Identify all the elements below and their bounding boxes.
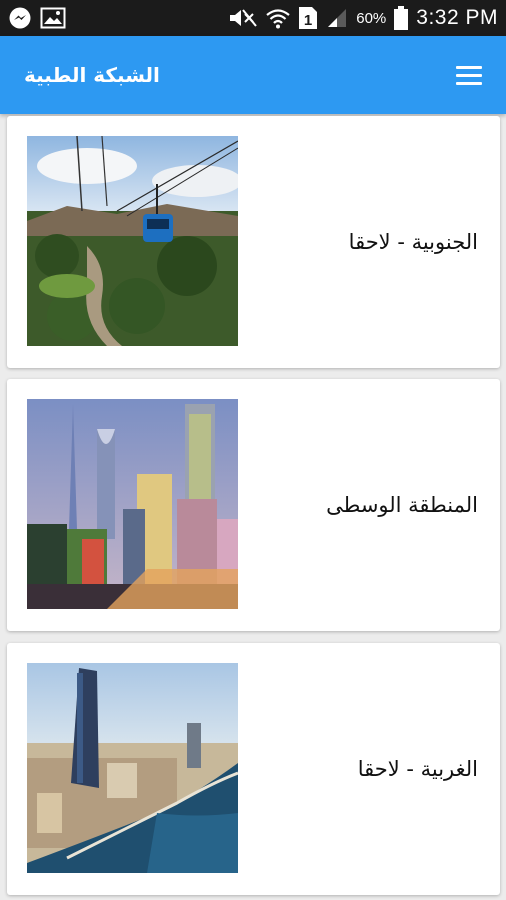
system-icons: 1 60% 3:32 PM	[228, 6, 498, 30]
status-clock: 3:32 PM	[416, 6, 498, 29]
messenger-icon	[8, 6, 32, 30]
menu-line	[456, 73, 482, 77]
app-bar: الشبكة الطبية	[0, 36, 506, 114]
region-card-western[interactable]: الغربية - لاحقا	[7, 643, 500, 895]
hamburger-menu-icon[interactable]	[456, 62, 486, 88]
app-title: الشبكة الطبية	[24, 63, 160, 87]
region-label: الجنوبية - لاحقا	[348, 230, 478, 254]
menu-line	[456, 65, 482, 69]
region-label: الغربية - لاحقا	[357, 757, 478, 781]
coastal-city-photo	[27, 663, 238, 873]
battery-icon	[394, 6, 409, 30]
status-bar: 1 60% 3:32 PM	[0, 0, 506, 36]
mute-icon	[228, 7, 258, 29]
sim-slot-icon: 1	[298, 6, 318, 30]
wifi-icon	[266, 7, 290, 29]
region-label: المنطقة الوسطى	[326, 493, 478, 517]
gallery-icon	[40, 7, 66, 29]
cable-car-photo	[27, 136, 238, 346]
region-card-central[interactable]: المنطقة الوسطى	[7, 379, 500, 631]
menu-line	[456, 81, 482, 85]
region-card-southern[interactable]: الجنوبية - لاحقا	[7, 116, 500, 368]
signal-icon	[326, 7, 348, 29]
battery-percent: 60%	[356, 9, 387, 27]
notification-icons	[8, 6, 66, 30]
sim-slot-number: 1	[304, 12, 312, 29]
city-skyline-photo	[27, 399, 238, 609]
